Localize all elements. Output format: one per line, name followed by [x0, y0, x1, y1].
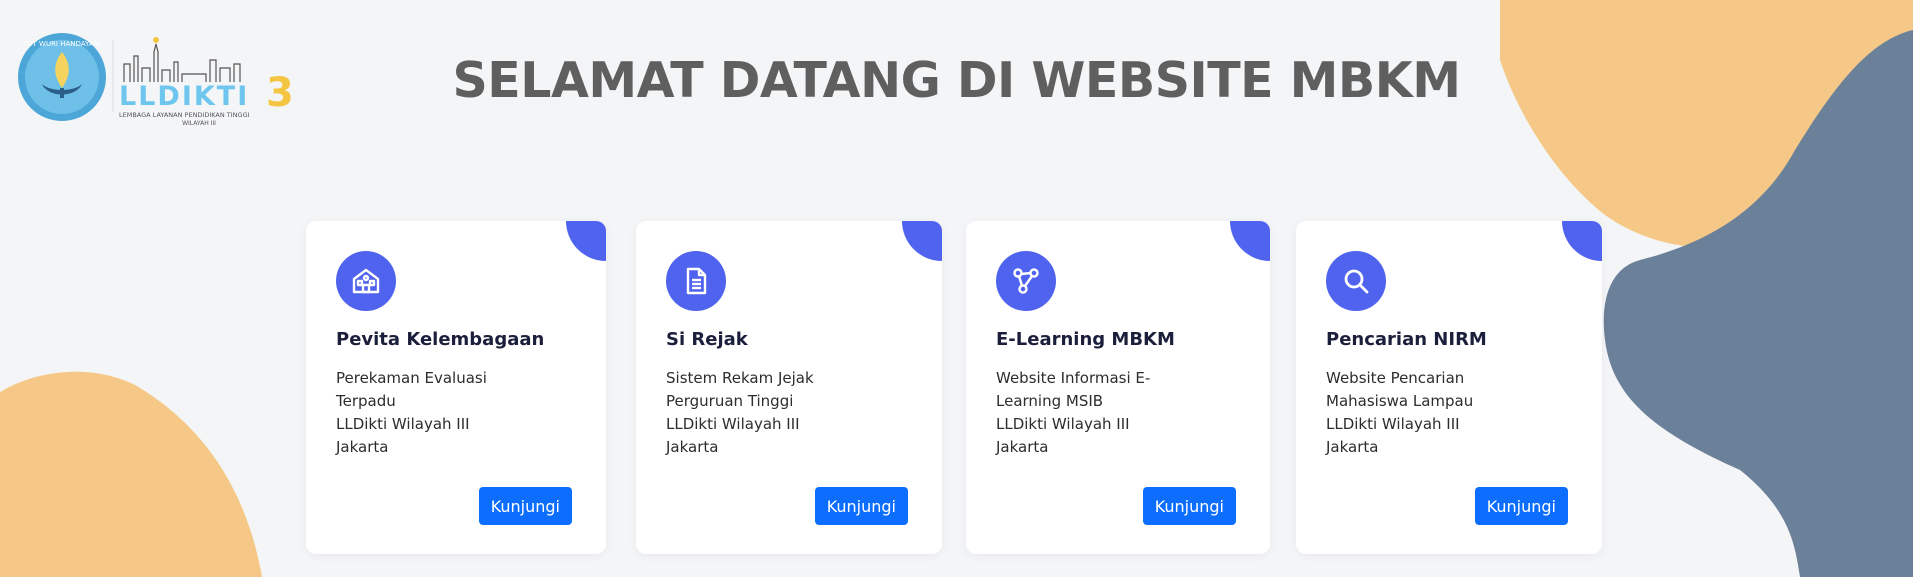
- card-corner-decoration: [1230, 221, 1270, 261]
- card-pencarian-nirm: Pencarian NIRM Website Pencarian Mahasisw…: [1296, 221, 1602, 554]
- card-description: Website Informasi E- Learning MSIB LLDikti…: [996, 369, 1151, 456]
- card-e-learning-mbkm: E-Learning MBKM Website Informasi E- Lear…: [966, 221, 1270, 554]
- card-si-rejak: Si Rejak Sistem Rekam Jejak Perguruan Tin…: [636, 221, 942, 554]
- kunjungi-button[interactable]: Kunjungi: [1474, 487, 1568, 525]
- blob-orange-bottom-left: [0, 371, 262, 577]
- svg-text:LEMBAGA LAYANAN PENDIDIKAN TIN: LEMBAGA LAYANAN PENDIDIKAN TINGGI: [119, 111, 250, 119]
- card-description: Website Pencarian Mahasiswa Lampau LLDikti…: [1326, 369, 1474, 456]
- card-title: E-Learning MBKM: [996, 329, 1175, 350]
- kunjungi-button[interactable]: Kunjungi: [1142, 487, 1236, 525]
- kunjungi-button[interactable]: Kunjungi: [478, 487, 572, 525]
- page-title: SELAMAT DATANG DI WEBSITE MBKM: [452, 52, 1461, 109]
- svg-text:WILAYAH III: WILAYAH III: [182, 120, 216, 127]
- card-description: Sistem Rekam Jejak Perguruan Tinggi LLDikt…: [666, 369, 814, 456]
- card-corner-decoration: [1562, 221, 1602, 261]
- search-icon: [1326, 251, 1386, 311]
- card-pevita-kelembagaan: Pevita Kelembagaan Perekaman Evaluasi Ter…: [306, 221, 606, 554]
- card-corner-decoration: [566, 221, 606, 261]
- document-icon: [666, 251, 726, 311]
- card-title: Pencarian NIRM: [1326, 329, 1487, 350]
- card-corner-decoration: [902, 221, 942, 261]
- card-title: Si Rejak: [666, 329, 748, 350]
- network-nodes-icon: [996, 251, 1056, 311]
- kunjungi-button[interactable]: Kunjungi: [814, 487, 908, 525]
- school-building-icon: [336, 251, 396, 311]
- card-description: Perekaman Evaluasi Terpadu LLDikti Wilayah…: [336, 369, 487, 456]
- svg-text:TUT WURI HANDAYANI: TUT WURI HANDAYANI: [22, 40, 101, 48]
- card-title: Pevita Kelembagaan: [336, 329, 545, 350]
